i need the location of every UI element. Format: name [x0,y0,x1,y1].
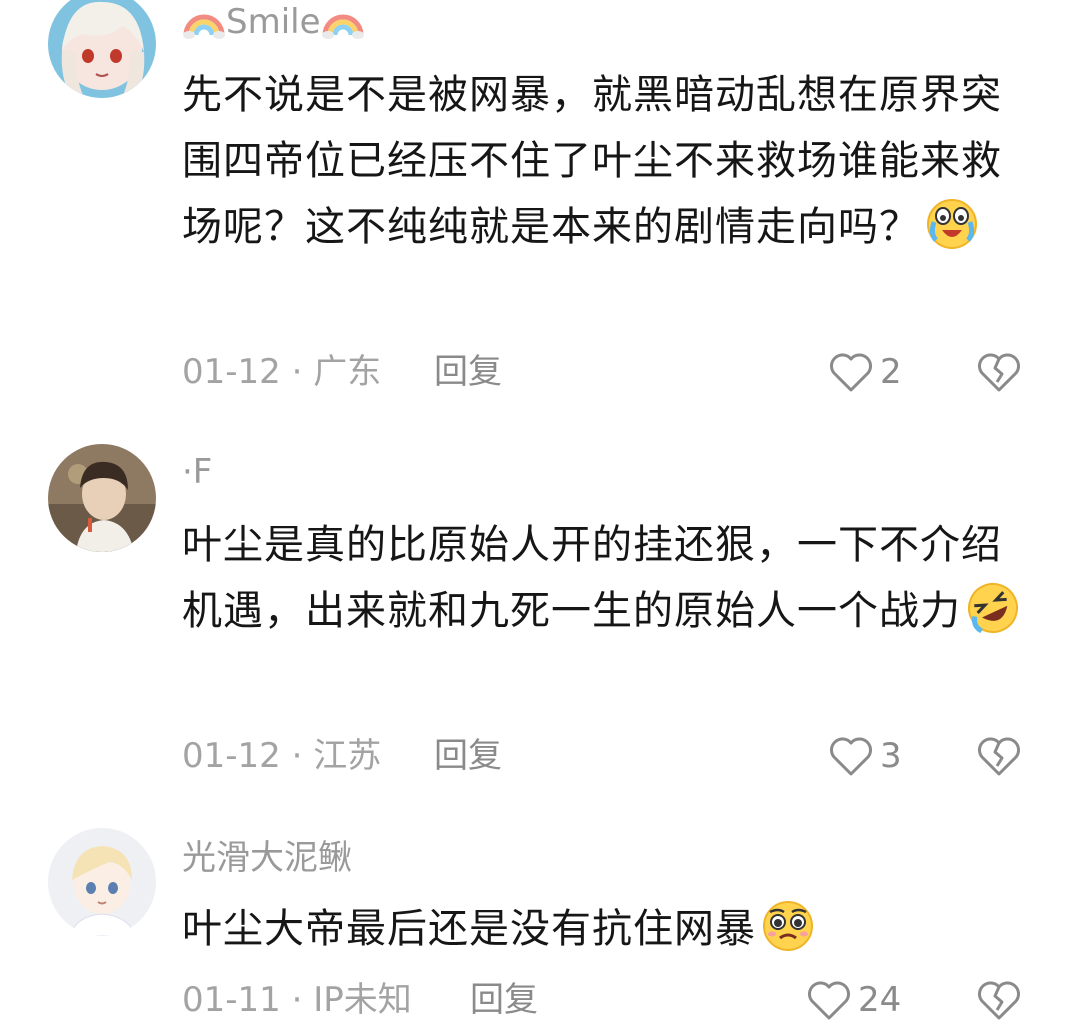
broken-heart-icon [978,737,1020,776]
dislike-button[interactable] [975,734,1023,778]
comment-text: 先不说是不是被网暴，就黑暗动乱想在原界突围四帝位已经压不住了叶尘不来救场谁能来救… [182,62,1032,260]
comment-date: 01-12 [182,736,281,776]
like-count: 3 [880,736,902,776]
rainbow-icon [182,3,226,39]
meta-separator: · [280,736,314,776]
broken-heart-icon [978,353,1020,392]
reply-button[interactable]: 回复 [470,980,538,1020]
username-text: Smile [226,2,321,42]
rainbow-icon [321,3,365,39]
dislike-button[interactable] [975,350,1023,394]
avatar[interactable] [48,828,156,936]
like-count: 24 [858,980,902,1020]
heart-icon [830,737,872,776]
avatar[interactable] [48,444,156,552]
comment-text-content: 叶尘是真的比原始人开的挂还狠，一下不介绍机遇，出来就和九死一生的原始人一个战力 [182,522,1002,634]
comment-date: 01-11 [182,980,281,1020]
comment-meta: 01-12 · 江苏 [182,736,381,776]
comment-date: 01-12 [182,352,281,392]
comment-text: 叶尘大帝最后还是没有抗住网暴 [182,896,1032,962]
pleading-face-emoji [760,900,816,952]
like-button[interactable]: 3 [828,734,902,778]
dislike-button[interactable] [975,978,1023,1022]
rolling-laughing-emoji [965,582,1021,634]
meta-separator: · [280,980,314,1020]
username-text: ·F [182,452,213,492]
heart-icon [830,353,872,392]
crying-tears-emoji [924,198,980,250]
avatar[interactable] [48,0,156,98]
comment-meta: 01-11 · IP未知 [182,980,412,1020]
comment-location: 江苏 [313,736,382,776]
comment-meta: 01-12 · 广东 [182,352,381,392]
like-button[interactable]: 24 [806,978,901,1022]
reply-button[interactable]: 回复 [434,736,502,776]
reply-button[interactable]: 回复 [434,352,502,392]
like-button[interactable]: 2 [828,350,902,394]
meta-separator: · [280,352,314,392]
username[interactable]: ·F [182,452,212,492]
comment-text: 叶尘是真的比原始人开的挂还狠，一下不介绍机遇，出来就和九死一生的原始人一个战力 [182,512,1032,644]
comment-location: IP未知 [313,980,412,1020]
username-text: 光滑大泥鳅 [182,838,352,878]
broken-heart-icon [978,981,1020,1020]
comment-text-content: 叶尘大帝最后还是没有抗住网暴 [182,906,756,952]
comment-location: 广东 [313,352,382,392]
username[interactable]: 光滑大泥鳅 [182,838,352,878]
heart-icon [808,981,850,1020]
username[interactable]: Smile [182,2,365,42]
like-count: 2 [880,352,902,392]
comment-text-content: 先不说是不是被网暴，就黑暗动乱想在原界突围四帝位已经压不住了叶尘不来救场谁能来救… [182,72,1002,250]
